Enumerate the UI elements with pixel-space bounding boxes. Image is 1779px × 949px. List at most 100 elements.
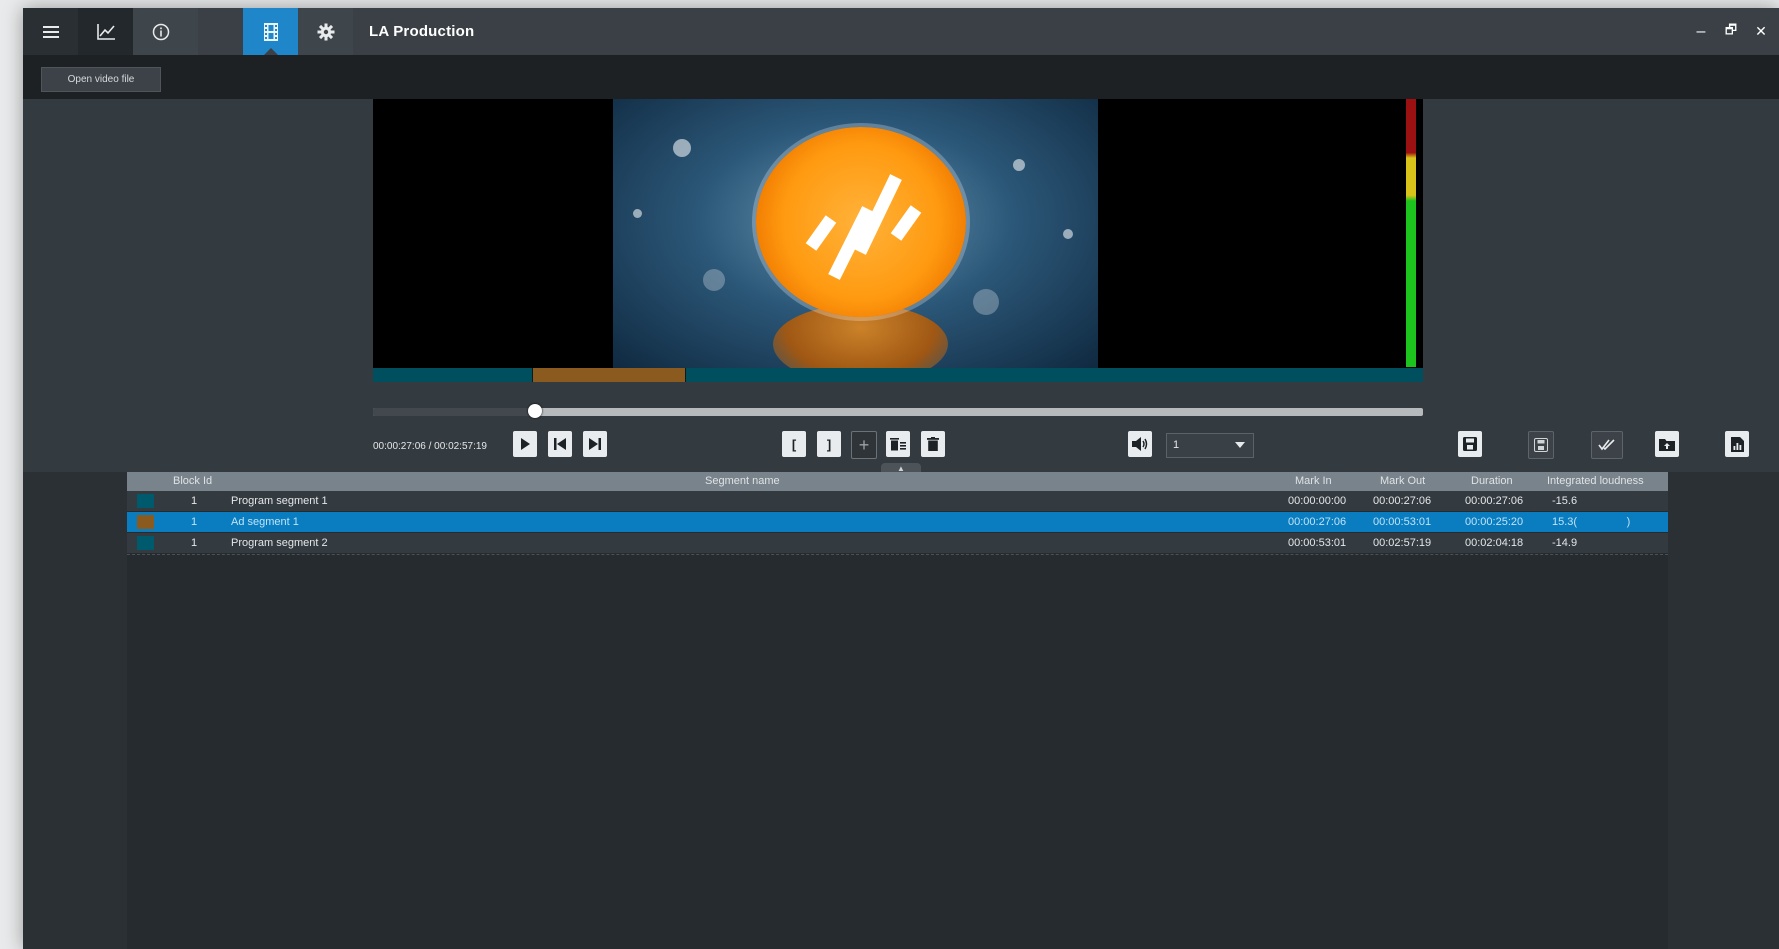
cell-duration: 00:00:27:06 — [1465, 495, 1524, 507]
title-bar: LA Production – 🗗 ✕ — [23, 8, 1779, 276]
header-block-id[interactable]: Block Id — [173, 472, 212, 491]
header-mark-in[interactable]: Mark In — [1295, 472, 1332, 491]
header-segment-name[interactable]: Segment name — [705, 472, 780, 491]
save-as-button[interactable] — [1528, 431, 1554, 459]
trash-list-icon — [890, 438, 906, 451]
volume-value: 1 — [1173, 439, 1180, 451]
app-title-prefix: LA — [369, 23, 394, 40]
minimize-button[interactable]: – — [1686, 8, 1716, 55]
cell-block-id: 1 — [191, 495, 198, 507]
header-integrated-loudness[interactable]: Integrated loudness — [1547, 472, 1644, 491]
cell-mark-in: 00:00:00:00 — [1288, 495, 1347, 507]
segment-color-swatch — [137, 515, 154, 529]
film-icon — [263, 22, 278, 41]
player-area: 00:00:27:06 / 00:02:57:19 [ ] + 1 ▲ — [23, 99, 1779, 473]
close-button[interactable]: ✕ — [1746, 8, 1776, 55]
cell-mark-out: 00:00:53:01 — [1373, 516, 1432, 528]
segment-divider — [685, 368, 686, 382]
menu-button[interactable] — [23, 8, 78, 55]
video-frame — [613, 99, 1098, 368]
report-icon — [1730, 436, 1744, 452]
loudness-detail: -15.3 : 0.4 — [1577, 516, 1627, 528]
delete-marks-button[interactable] — [886, 431, 910, 457]
segment-bar[interactable] — [373, 368, 1423, 382]
restore-button[interactable]: 🗗 — [1716, 8, 1746, 55]
app-window: LA Production – 🗗 ✕ Open video file 00:0… — [23, 8, 1779, 949]
report-button[interactable] — [1725, 431, 1749, 457]
timeline-slider[interactable] — [373, 404, 1423, 418]
timeline-played — [373, 408, 535, 416]
restore-icon: 🗗 — [1724, 21, 1738, 37]
cell-mark-in: 00:00:27:06 — [1288, 516, 1347, 528]
add-segment-button[interactable]: + — [851, 431, 877, 459]
save-icon — [1463, 437, 1477, 451]
cell-mark-out: 00:00:27:06 — [1373, 495, 1432, 507]
play-icon — [521, 438, 530, 450]
cell-block-id: 1 — [191, 537, 198, 549]
cell-segment-name: Program segment 1 — [231, 495, 328, 507]
orange-image — [756, 127, 966, 317]
cell-segment-name: Ad segment 1 — [231, 516, 299, 528]
cell-mark-in: 00:00:53:01 — [1288, 537, 1347, 549]
loudness-meter — [1406, 99, 1416, 367]
tab-loudness-graph[interactable] — [78, 8, 133, 55]
mark-out-icon: ] — [826, 436, 832, 452]
validate-button[interactable] — [1591, 431, 1623, 459]
timecode: 00:00:27:06 / 00:02:57:19 — [373, 441, 487, 452]
table-row[interactable]: 1 Program segment 2 00:00:53:01 00:02:57… — [127, 533, 1668, 553]
plus-icon: + — [858, 434, 870, 455]
app-title-main: Production — [393, 23, 475, 40]
cell-loudness: -14.9 — [1552, 537, 1578, 549]
play-button[interactable] — [513, 431, 537, 457]
mute-button[interactable] — [1128, 431, 1152, 457]
segment-bar-ad[interactable] — [533, 368, 685, 382]
segment-color-swatch — [137, 536, 154, 550]
skip-forward-icon — [589, 438, 601, 450]
table-row-selected[interactable]: 1 Ad segment 1 00:00:27:06 00:00:53:01 0… — [127, 512, 1668, 532]
tab-info[interactable] — [133, 8, 188, 55]
trash-icon — [927, 437, 939, 451]
close-icon: ✕ — [1755, 23, 1767, 39]
folder-export-icon — [1659, 438, 1675, 451]
cell-duration: 00:02:04:18 — [1465, 537, 1524, 549]
double-check-icon — [1598, 439, 1615, 451]
segment-divider — [532, 368, 533, 382]
segment-color-swatch — [137, 494, 154, 508]
delete-segment-button[interactable] — [921, 431, 945, 457]
segment-table: Block Id Segment name Mark In Mark Out D… — [127, 472, 1668, 949]
tab-settings[interactable] — [298, 8, 353, 55]
chart-line-icon — [96, 23, 115, 40]
next-button[interactable] — [583, 431, 607, 457]
cell-mark-out: 00:02:57:19 — [1373, 537, 1432, 549]
toolbar: Open video file — [23, 55, 1779, 99]
open-video-file-button[interactable]: Open video file — [41, 67, 161, 92]
cell-block-id: 1 — [191, 516, 198, 528]
speaker-icon — [1132, 437, 1148, 451]
table-row[interactable]: 1 Program segment 1 00:00:00:00 00:00:27… — [127, 491, 1668, 511]
header-mark-out[interactable]: Mark Out — [1380, 472, 1425, 491]
loudness-close: ) — [1626, 516, 1631, 528]
header-duration[interactable]: Duration — [1471, 472, 1513, 491]
app-title: LA Production — [369, 8, 474, 55]
previous-button[interactable] — [548, 431, 572, 457]
mark-in-icon: [ — [791, 436, 797, 452]
cell-duration: 00:00:25:20 — [1465, 516, 1524, 528]
info-icon — [152, 23, 169, 40]
tab-video[interactable] — [243, 8, 298, 55]
chevron-down-icon — [1235, 442, 1245, 448]
video-viewport[interactable] — [373, 99, 1423, 368]
save-button[interactable] — [1458, 431, 1482, 457]
minimize-icon: – — [1696, 22, 1706, 40]
cell-loudness: -15.6 — [1552, 495, 1578, 507]
cell-loudness: 15.3(-15.3 : 0.4) — [1552, 512, 1630, 532]
volume-select[interactable]: 1 — [1166, 433, 1254, 458]
table-header: Block Id Segment name Mark In Mark Out D… — [127, 472, 1668, 491]
save-as-icon — [1534, 438, 1548, 452]
gear-icon — [317, 23, 334, 40]
mark-out-button[interactable]: ] — [817, 431, 841, 457]
timeline-knob[interactable] — [527, 404, 542, 418]
export-folder-button[interactable] — [1655, 431, 1679, 457]
skip-back-icon — [554, 438, 566, 450]
mark-in-button[interactable]: [ — [782, 431, 806, 457]
cell-segment-name: Program segment 2 — [231, 537, 328, 549]
